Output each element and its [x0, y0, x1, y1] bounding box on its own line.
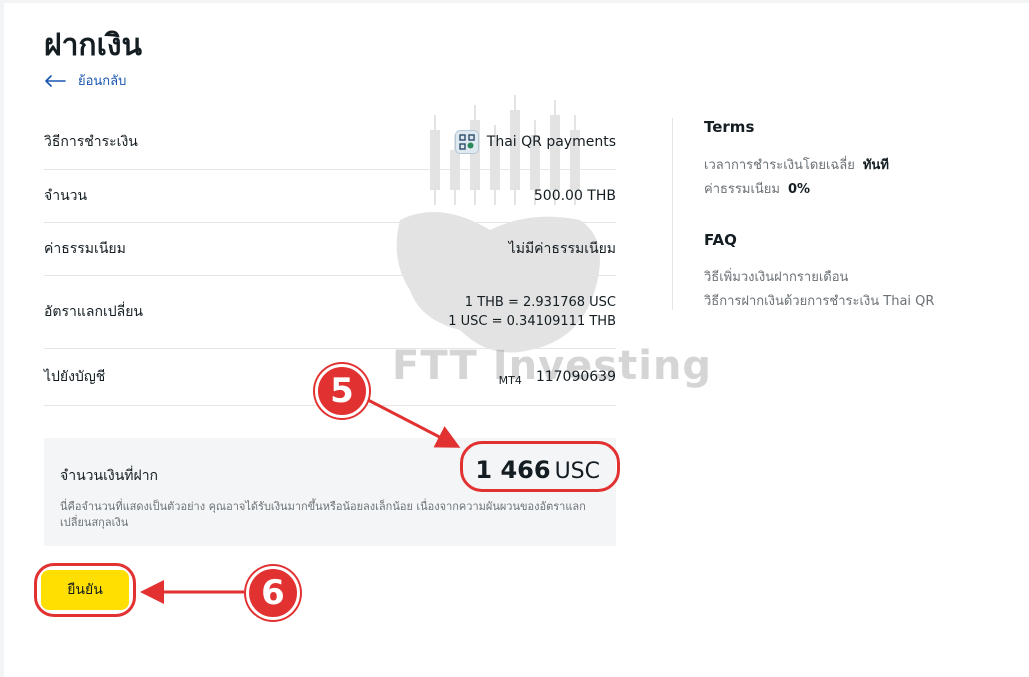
faq-heading: FAQ [704, 231, 737, 249]
payment-method-name: Thai QR payments [486, 134, 616, 150]
terms-row-label: ค่าธรรมเนียม [704, 182, 780, 197]
step-badge-6: 6 [246, 566, 300, 620]
fee-value: ไม่มีค่าธรรมเนียม [508, 241, 616, 257]
fee-label: ค่าธรรมเนียม [44, 241, 126, 257]
exchange-rate-line-1: 1 THB = 2.931768 USC [464, 295, 616, 310]
deposit-note: นี่คือจำนวนที่แสดงเป็นตัวอย่าง คุณอาจได้… [60, 500, 586, 529]
payment-details: วิธีการชำระเงิน Thai QR payments จำนวน 5… [44, 115, 616, 406]
amount-label: จำนวน [44, 188, 88, 204]
fee-row: ค่าธรรมเนียม ไม่มีค่าธรรมเนียม [44, 223, 616, 276]
exchange-rate-row: อัตราแลกเปลี่ยน 1 THB = 2.931768 USC 1 U… [44, 276, 616, 349]
payment-method-row: วิธีการชำระเงิน Thai QR payments [44, 115, 616, 170]
account-type-badge: MT4 [498, 374, 522, 387]
step-badge-5: 5 [315, 364, 369, 418]
sidebar-divider [672, 118, 673, 310]
faq-link-monthly-limit[interactable]: วิธีเพิ่มวงเงินฝากรายเดือน [704, 266, 848, 287]
back-link-label: ย้อนกลับ [78, 74, 127, 89]
qr-code-icon [454, 130, 479, 154]
terms-row-label: เวลาการชำระเงินโดยเฉลี่ย [704, 158, 855, 173]
deposit-label: จำนวนเงินที่ฝาก [60, 468, 159, 484]
faq-link-thai-qr[interactable]: วิธีการฝากเงินด้วยการชำระเงิน Thai QR [704, 290, 934, 311]
exchange-rate-line-2: 1 USC = 0.34109111 THB [448, 314, 616, 329]
terms-row-value: ทันที [862, 158, 889, 173]
back-link[interactable]: ย้อนกลับ [44, 70, 126, 91]
amount-value: 500.00 THB [533, 188, 616, 204]
terms-heading: Terms [704, 118, 755, 136]
amount-row: จำนวน 500.00 THB [44, 170, 616, 223]
terms-row-value: 0% [787, 182, 811, 197]
terms-row-fee: ค่าธรรมเนียม 0% [704, 178, 810, 199]
window-top-border [0, 0, 1029, 3]
to-account-value: MT4 117090639 [498, 369, 616, 387]
account-number: 117090639 [535, 369, 616, 385]
payment-method-value: Thai QR payments [454, 130, 616, 154]
annotation-highlight-confirm [34, 563, 136, 617]
to-account-label: ไปยังบัญชี [44, 369, 106, 385]
window-left-border [0, 0, 4, 677]
arrow-left-icon [44, 74, 66, 87]
exchange-rate-value: 1 THB = 2.931768 USC 1 USC = 0.34109111 … [448, 295, 616, 329]
annotation-highlight-amount [460, 441, 620, 492]
terms-row-payment-time: เวลาการชำระเงินโดยเฉลี่ย ทันที [704, 154, 889, 175]
page-title: ฝากเงิน [44, 28, 142, 63]
exchange-rate-label: อัตราแลกเปลี่ยน [44, 304, 143, 320]
payment-method-label: วิธีการชำระเงิน [44, 134, 138, 150]
